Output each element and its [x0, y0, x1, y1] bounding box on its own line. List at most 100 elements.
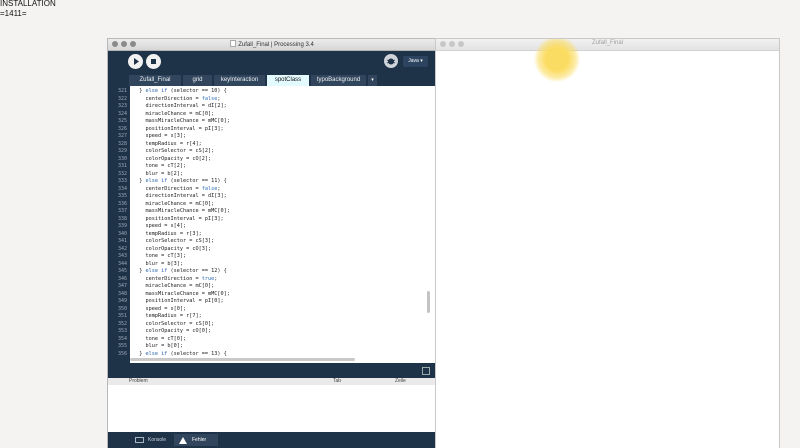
code-line[interactable]: } else if (selector == 11) {: [133, 178, 226, 185]
line-number: 328: [117, 140, 127, 147]
code-line[interactable]: directionInterval = dI[3];: [133, 193, 226, 200]
line-number: 332: [117, 170, 127, 177]
warning-icon: [179, 437, 187, 444]
line-number: 326: [117, 125, 127, 132]
line-number: 346: [117, 275, 127, 282]
code-line[interactable]: massMiracleChance = mMC[0];: [133, 208, 229, 215]
debug-button[interactable]: [384, 54, 398, 68]
code-line[interactable]: } else if (selector == 13) {: [133, 351, 226, 358]
line-number: 324: [117, 110, 127, 117]
code-line[interactable]: colorSelector = cS[0];: [133, 321, 214, 328]
ide-toolbar: Java ▾: [108, 51, 436, 74]
code-line[interactable]: speed = s[0];: [133, 306, 186, 313]
code-line[interactable]: positionInterval = pI[3];: [133, 126, 223, 133]
console-tab[interactable]: Konsole: [130, 434, 174, 446]
console-divider[interactable]: [108, 363, 436, 378]
tab-grid[interactable]: grid: [183, 75, 212, 86]
code-line[interactable]: } else if (selector == 10) {: [133, 88, 226, 95]
line-number: 338: [117, 215, 127, 222]
caption: INSTALLATION =1411=: [0, 0, 56, 19]
stop-button[interactable]: [146, 54, 161, 69]
line-number: 325: [117, 118, 127, 124]
document-icon: [230, 40, 237, 47]
line-number: 348: [117, 290, 127, 297]
code-line[interactable]: massMiracleChance = mMC[0];: [133, 118, 229, 125]
tab-column-header: Tab: [333, 378, 342, 384]
play-icon: [134, 58, 139, 65]
code-line[interactable]: massMiracleChance = mMC[0];: [133, 291, 229, 298]
code-line[interactable]: tone = cT[0];: [133, 336, 186, 343]
code-line[interactable]: tempRadius = r[7];: [133, 313, 201, 320]
line-number: 352: [117, 320, 127, 327]
line-column-header: Zeile: [395, 378, 406, 384]
tab-menu-button[interactable]: ▾: [368, 75, 377, 86]
code-line[interactable]: colorOpacity = cO[3];: [133, 246, 211, 253]
code-line[interactable]: blur = b[3];: [133, 261, 183, 268]
ide-titlebar[interactable]: Zufall_Final | Processing 3.4: [108, 39, 436, 51]
line-number: 323: [117, 103, 127, 109]
vertical-scrollbar[interactable]: [427, 291, 430, 313]
tab-zufall-final[interactable]: Zufall_Final: [129, 75, 181, 86]
line-number: 345: [117, 268, 127, 274]
errors-tab[interactable]: Fehler: [174, 434, 218, 446]
line-number: 354: [117, 335, 127, 342]
code-line[interactable]: positionInterval = pI[0];: [133, 298, 223, 305]
line-number: 336: [117, 200, 127, 207]
tab-typo-background[interactable]: typoBackground: [311, 75, 366, 86]
code-line[interactable]: centerDirection = true;: [133, 276, 217, 283]
error-list: [108, 385, 436, 432]
line-number: 321: [117, 88, 127, 94]
code-line[interactable]: colorOpacity = cO[0];: [133, 328, 211, 335]
code-line[interactable]: miracleChance = mC[0];: [133, 111, 214, 118]
line-number: 331: [117, 163, 127, 169]
code-line[interactable]: tempRadius = r[3];: [133, 231, 201, 238]
sketch-tabs: Zufall_Final grid keyInteraction spotCla…: [108, 74, 436, 86]
run-button[interactable]: [128, 54, 143, 69]
code-editor[interactable]: 321 322 323 324 325 326 327 328 329 330 331 332 333 3…: [108, 86, 436, 363]
line-number: 347: [117, 283, 127, 289]
line-number: 351: [117, 313, 127, 319]
code-line[interactable]: colorSelector = cS[3];: [133, 238, 214, 245]
line-number: 335: [117, 193, 127, 199]
code-line[interactable]: centerDirection = false;: [133, 96, 220, 103]
caption-number: =1411=: [0, 9, 27, 18]
tab-spot-class[interactable]: spotClass: [267, 75, 309, 86]
code-line[interactable]: directionInterval = dI[2];: [133, 103, 226, 110]
code-line[interactable]: blur = b[0];: [133, 343, 183, 350]
caption-title: INSTALLATION: [0, 0, 56, 8]
code-line[interactable]: centerDirection = false;: [133, 186, 220, 193]
code-line[interactable]: colorOpacity = cO[2];: [133, 156, 211, 163]
code-line[interactable]: positionInterval = pI[3];: [133, 216, 223, 223]
code-line[interactable]: speed = s[4];: [133, 223, 186, 230]
line-number: 329: [117, 148, 127, 154]
sketch-titlebar[interactable]: Zufall_Final: [436, 39, 779, 51]
stop-icon: [151, 59, 156, 64]
expand-console-icon[interactable]: [422, 367, 430, 375]
line-number: 343: [117, 253, 127, 259]
line-number: 330: [117, 155, 127, 162]
code-line[interactable]: blur = b[2];: [133, 171, 183, 178]
code-line[interactable]: tone = cT[3];: [133, 253, 186, 260]
code-line[interactable]: miracleChance = mC[0];: [133, 201, 214, 208]
line-number: 341: [117, 238, 127, 244]
code-line[interactable]: tone = cT[2];: [133, 163, 186, 170]
bottom-bar: Konsole Fehler: [108, 432, 436, 448]
mode-selector[interactable]: Java ▾: [403, 56, 428, 67]
horizontal-scrollbar[interactable]: [130, 358, 355, 361]
bug-icon: [386, 58, 396, 65]
line-number: 350: [117, 305, 127, 312]
sketch-canvas[interactable]: [436, 39, 779, 448]
ide-window-title: Zufall_Final | Processing 3.4: [108, 40, 436, 48]
line-number: 342: [117, 245, 127, 252]
tab-key-interaction[interactable]: keyInteraction: [214, 75, 265, 86]
code-line[interactable]: speed = s[3];: [133, 133, 186, 140]
code-line[interactable]: colorSelector = cS[2];: [133, 148, 214, 155]
line-number: 333: [117, 178, 127, 184]
code-line[interactable]: miracleChance = mC[0];: [133, 283, 214, 290]
error-table-header: Problem Tab Zeile: [108, 378, 436, 385]
line-number: 344: [117, 260, 127, 267]
line-number: 327: [117, 133, 127, 139]
problem-column-header: Problem: [129, 378, 148, 384]
code-line[interactable]: } else if (selector == 12) {: [133, 268, 226, 275]
code-line[interactable]: tempRadius = r[4];: [133, 141, 201, 148]
